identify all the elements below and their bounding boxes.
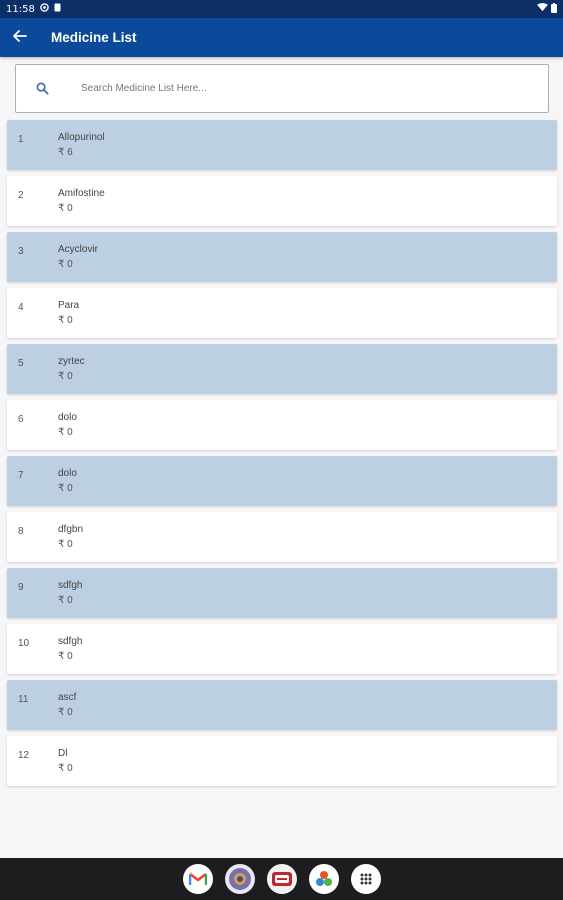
- status-bar: 11:58: [0, 0, 563, 18]
- medicine-index: 10: [18, 638, 30, 649]
- medicine-index: 1: [18, 134, 24, 145]
- medicine-name: Dl: [58, 748, 68, 759]
- medicine-row[interactable]: 6 dolo ₹ 0: [7, 400, 557, 450]
- medicine-name: ascf: [58, 692, 77, 703]
- medicine-price: ₹ 0: [58, 315, 73, 326]
- medicine-price: ₹ 6: [58, 147, 73, 158]
- medicine-index: 11: [18, 694, 29, 705]
- medicine-name: dolo: [58, 468, 77, 479]
- arrow-left-icon: [13, 29, 27, 47]
- medicine-index: 2: [18, 190, 24, 201]
- medicine-price: ₹ 0: [58, 707, 73, 718]
- medicine-index: 9: [18, 582, 24, 593]
- search-bar[interactable]: [15, 64, 549, 113]
- medicine-index: 6: [18, 414, 24, 425]
- medicine-name: Para: [58, 300, 80, 311]
- medicine-name: Acyclovir: [58, 244, 99, 255]
- medicine-row[interactable]: 8 dfgbn ₹ 0: [7, 512, 557, 562]
- page-title: Medicine List: [51, 30, 137, 45]
- medicine-index: 3: [18, 246, 24, 257]
- medicine-price: ₹ 0: [58, 259, 73, 270]
- medicine-name: dolo: [58, 412, 77, 423]
- medicine-name: zyrtec: [58, 356, 85, 367]
- medicine-row[interactable]: 5 zyrtec ₹ 0: [7, 344, 557, 394]
- app-icon-2[interactable]: [224, 864, 255, 894]
- app-icon-4[interactable]: [308, 864, 339, 894]
- battery-icon: [551, 2, 557, 16]
- search-input[interactable]: [81, 83, 511, 94]
- medicine-price: ₹ 0: [58, 539, 73, 550]
- gmail-icon[interactable]: [182, 864, 213, 894]
- medicine-index: 12: [18, 750, 30, 761]
- medicine-name: sdfgh: [58, 636, 83, 647]
- medicine-name: dfgbn: [58, 524, 84, 535]
- medicine-price: ₹ 0: [58, 763, 73, 774]
- sim-status-icon: [54, 3, 61, 15]
- app-icon-3[interactable]: [266, 864, 297, 894]
- medicine-index: 4: [18, 302, 24, 313]
- medicine-row[interactable]: 11 ascf ₹ 0: [7, 680, 557, 730]
- medicine-price: ₹ 0: [58, 483, 73, 494]
- medicine-row[interactable]: 4 Para ₹ 0: [7, 288, 557, 338]
- status-time: 11:58: [6, 3, 35, 15]
- medicine-index: 7: [18, 470, 24, 481]
- medicine-row[interactable]: 3 Acyclovir ₹ 0: [7, 232, 557, 282]
- medicine-index: 8: [18, 526, 24, 537]
- medicine-name: Allopurinol: [58, 132, 105, 143]
- medicine-row[interactable]: 1 Allopurinol ₹ 6: [7, 120, 557, 170]
- settings-status-icon: [40, 3, 49, 15]
- medicine-row[interactable]: 9 sdfgh ₹ 0: [7, 568, 557, 618]
- medicine-row[interactable]: 7 dolo ₹ 0: [7, 456, 557, 506]
- medicine-name: sdfgh: [58, 580, 83, 591]
- medicine-price: ₹ 0: [58, 203, 73, 214]
- wifi-icon: [537, 3, 548, 15]
- medicine-list: 1 Allopurinol ₹ 6 2 Amifostine ₹ 0 3 Acyclovir ₹…: [7, 120, 557, 792]
- medicine-price: ₹ 0: [58, 427, 73, 438]
- medicine-row[interactable]: 12 Dl ₹ 0: [7, 736, 557, 786]
- search-icon: [36, 82, 56, 95]
- medicine-name: Amifostine: [58, 188, 105, 199]
- app-bar: Medicine List: [0, 18, 563, 57]
- back-button[interactable]: [0, 18, 40, 57]
- medicine-row[interactable]: 2 Amifostine ₹ 0: [7, 176, 557, 226]
- medicine-row[interactable]: 10 sdfgh ₹ 0: [7, 624, 557, 674]
- app-drawer-icon[interactable]: [350, 864, 381, 894]
- dock-bar: [0, 858, 563, 900]
- medicine-price: ₹ 0: [58, 371, 73, 382]
- medicine-index: 5: [18, 358, 24, 369]
- medicine-price: ₹ 0: [58, 651, 73, 662]
- medicine-price: ₹ 0: [58, 595, 73, 606]
